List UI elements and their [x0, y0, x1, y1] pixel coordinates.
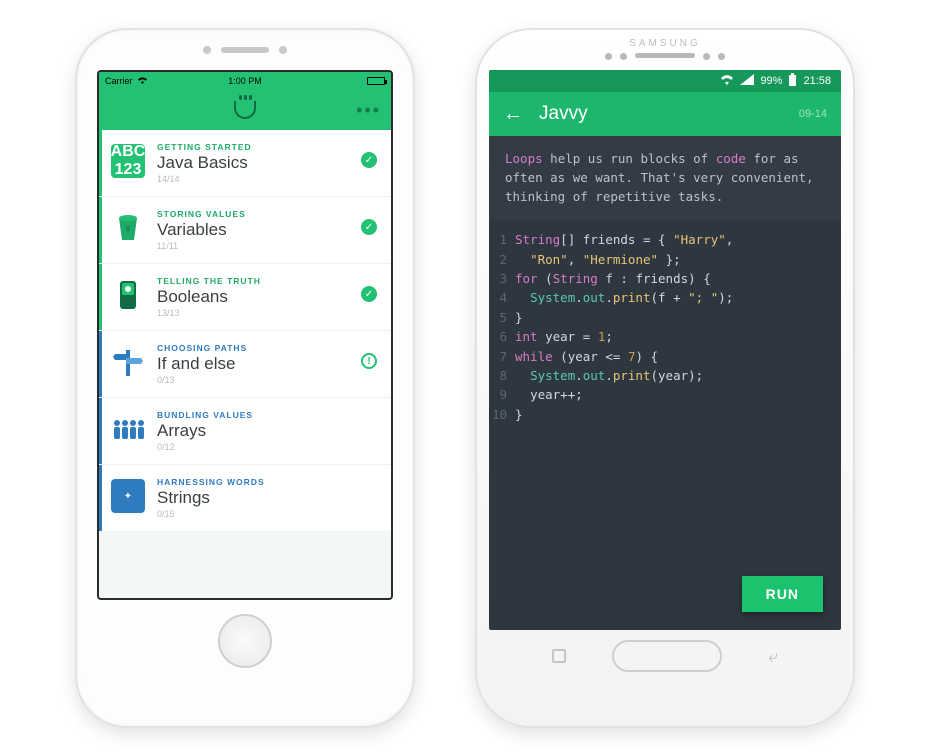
lesson-eyebrow: BUNDLING VALUES	[157, 410, 377, 420]
iphone-sensors	[203, 46, 287, 54]
lesson-title: Booleans	[157, 287, 349, 307]
signpost-icon	[111, 345, 145, 379]
lesson-progress: 13/13	[157, 308, 349, 318]
lesson-card-arrays[interactable]: BUNDLING VALUES Arrays 0/12	[99, 398, 391, 465]
wifi-icon	[137, 76, 148, 86]
recents-button[interactable]	[552, 649, 566, 663]
lesson-progress: 0/12	[157, 442, 377, 452]
lesson-eyebrow: STORING VALUES	[157, 209, 349, 219]
lesson-explanation: Loops help us run blocks of code for as …	[489, 136, 841, 220]
more-menu-button[interactable]: •••	[356, 100, 381, 121]
lesson-eyebrow: GETTING STARTED	[157, 142, 349, 152]
lesson-progress: 14/14	[157, 174, 349, 184]
back-button[interactable]: ←	[503, 103, 523, 126]
wifi-icon	[720, 74, 734, 88]
iphone-home-button[interactable]	[218, 614, 272, 668]
samsung-screen: 99% 21:58 ← Javvy 09-14 Loops help us ru…	[489, 70, 841, 630]
battery-icon	[788, 73, 797, 89]
android-status-bar: 99% 21:58	[489, 70, 841, 92]
lesson-progress: 11/11	[157, 241, 349, 251]
lesson-title: Java Basics	[157, 153, 349, 173]
lesson-card-booleans[interactable]: TELLING THE TRUTH Booleans 13/13 ✓	[99, 264, 391, 331]
run-button[interactable]: RUN	[742, 576, 823, 612]
ios-status-bar: Carrier 1:00 PM	[99, 72, 391, 90]
lesson-eyebrow: TELLING THE TRUTH	[157, 276, 349, 286]
app-logo-icon	[234, 101, 256, 119]
lesson-card-java-basics[interactable]: ABC123 GETTING STARTED Java Basics 14/14…	[99, 130, 391, 197]
svg-text:x: x	[126, 223, 131, 233]
signal-icon	[740, 74, 754, 88]
lesson-card-variables[interactable]: x STORING VALUES Variables 11/11 ✓	[99, 197, 391, 264]
android-nav-bar: ← Javvy 09-14	[489, 92, 841, 136]
lessons-list: ABC123 GETTING STARTED Java Basics 14/14…	[99, 130, 391, 598]
check-icon: ✓	[361, 219, 377, 235]
app-title: Javvy	[539, 103, 588, 125]
lesson-progress: 0/15	[157, 509, 377, 519]
iphone-screen: Carrier 1:00 PM ••• ABC123 GETTING START…	[97, 70, 393, 600]
code-block: 1String[] friends = { "Harry",2 "Ron", "…	[489, 220, 841, 424]
android-nav-buttons: ⤶	[552, 640, 778, 672]
check-icon: ✓	[361, 286, 377, 302]
samsung-device-frame: SAMSUNG 99% 21:58 ← Javvy 09-14 Loops he…	[475, 28, 855, 728]
lesson-title: Strings	[157, 488, 377, 508]
lesson-title: Arrays	[157, 421, 377, 441]
clock-label: 21:58	[803, 75, 831, 87]
ios-nav-bar: •••	[99, 90, 391, 130]
iphone-device-frame: Carrier 1:00 PM ••• ABC123 GETTING START…	[75, 28, 415, 728]
lesson-card-strings[interactable]: ✦ HARNESSING WORDS Strings 0/15	[99, 465, 391, 531]
lesson-card-if-else[interactable]: CHOOSING PATHS If and else 0/13 !	[99, 331, 391, 398]
lesson-title: Variables	[157, 220, 349, 240]
samsung-sensors	[605, 53, 725, 60]
lesson-eyebrow: HARNESSING WORDS	[157, 477, 377, 487]
check-icon: ✓	[361, 152, 377, 168]
android-home-button[interactable]	[612, 640, 722, 672]
samsung-brand-label: SAMSUNG	[629, 38, 701, 49]
alert-icon: !	[361, 353, 377, 369]
android-back-button[interactable]: ⤶	[768, 646, 778, 667]
lesson-eyebrow: CHOOSING PATHS	[157, 343, 349, 353]
compass-icon: ✦	[111, 479, 145, 513]
lesson-title: If and else	[157, 354, 349, 374]
people-icon	[111, 412, 145, 446]
date-label: 09-14	[799, 108, 827, 120]
lesson-progress: 0/13	[157, 375, 349, 385]
switch-icon	[111, 278, 145, 312]
carrier-label: Carrier	[105, 76, 133, 86]
battery-label: 99%	[760, 75, 782, 87]
bucket-icon: x	[111, 211, 145, 245]
basics-icon: ABC123	[111, 144, 145, 178]
battery-icon	[367, 77, 385, 85]
